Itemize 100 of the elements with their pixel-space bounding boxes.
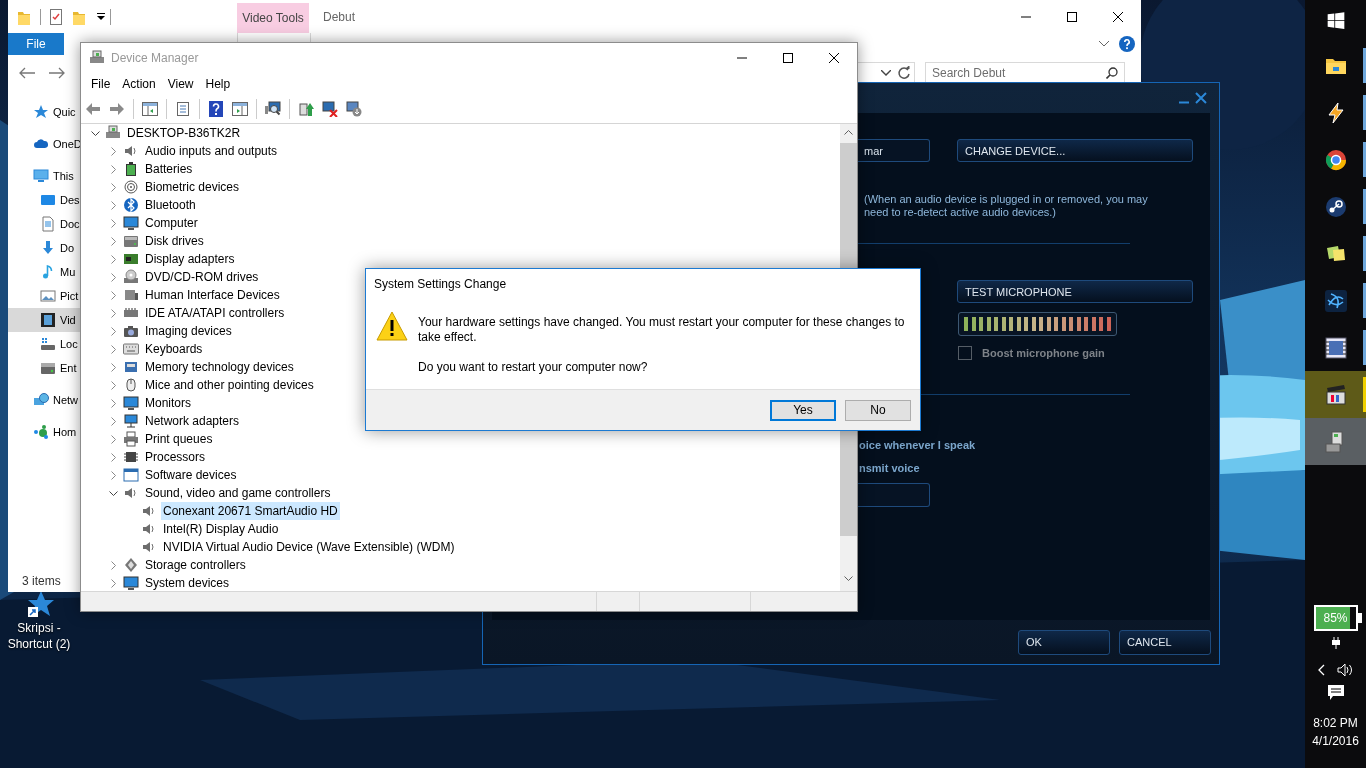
help-icon[interactable] <box>208 101 224 117</box>
menu-item[interactable]: Help <box>199 77 237 91</box>
tree-item[interactable]: Software devices <box>143 466 239 484</box>
remove-icon[interactable] <box>322 101 338 117</box>
tree-item[interactable]: Memory technology devices <box>143 358 296 376</box>
nav-item[interactable]: Pict <box>8 284 80 308</box>
update-icon[interactable] <box>298 101 314 117</box>
graphics-card-icon <box>123 251 139 267</box>
tree-item[interactable]: Human Interface Devices <box>143 286 282 304</box>
clapperboard-icon <box>1323 382 1348 407</box>
nav-item[interactable]: Loc <box>8 332 80 356</box>
tree-item[interactable]: DESKTOP-B36TK2R <box>125 124 243 142</box>
dropdown-icon[interactable] <box>881 69 891 76</box>
close-icon[interactable] <box>829 53 839 63</box>
tree-item[interactable]: Processors <box>143 448 208 466</box>
tree-item[interactable]: Bluetooth <box>143 196 198 214</box>
tree-item[interactable]: Audio inputs and outputs <box>143 142 280 160</box>
tree-item[interactable]: Sound, video and game controllers <box>143 484 333 502</box>
tree-item[interactable]: Keyboards <box>143 340 205 358</box>
search-box[interactable]: Search Debut <box>925 61 1125 84</box>
window-icon <box>123 467 139 483</box>
refresh-icon[interactable] <box>897 65 911 80</box>
help-icon[interactable] <box>1119 36 1135 52</box>
nav-item[interactable]: Netw <box>8 388 80 412</box>
disc-drive-icon <box>123 269 139 285</box>
device-field[interactable]: mar <box>858 139 930 162</box>
nav-item[interactable]: Vid <box>8 308 80 332</box>
tree-item[interactable]: Display adapters <box>143 250 237 268</box>
properties-icon[interactable] <box>175 101 191 117</box>
taskbar-button[interactable] <box>1305 371 1366 418</box>
ribbon-tab[interactable]: File <box>8 33 64 55</box>
nav-item[interactable]: Do <box>8 236 80 260</box>
forward-icon[interactable] <box>109 101 125 117</box>
screen-icon <box>40 192 56 208</box>
start-icon[interactable] <box>1325 11 1346 31</box>
back-icon[interactable] <box>85 101 101 117</box>
dialog-button[interactable]: No <box>845 399 911 421</box>
tree-item[interactable]: System devices <box>143 574 232 591</box>
volume-icon[interactable] <box>1337 663 1353 677</box>
test-microphone-button[interactable]: TEST MICROPHONE <box>957 280 1193 303</box>
tree-item[interactable]: Imaging devices <box>143 322 234 340</box>
menu-item[interactable]: View <box>161 77 200 91</box>
dialog-button[interactable]: CANCEL <box>1119 629 1211 655</box>
nav-item[interactable]: Hom <box>8 420 80 444</box>
scroll-down-icon[interactable] <box>844 576 853 581</box>
minimize-icon[interactable] <box>1179 100 1189 104</box>
pane-icon[interactable] <box>142 101 158 117</box>
maximize-icon[interactable] <box>783 53 793 63</box>
menu-item[interactable]: File <box>85 77 117 91</box>
tree-item[interactable]: NVIDIA Virtual Audio Device (Wave Extensible) (WDM) <box>161 538 457 556</box>
checkbox[interactable] <box>958 346 972 360</box>
speaker-icon <box>141 521 157 537</box>
search-icon[interactable] <box>1106 66 1118 79</box>
tree-item[interactable]: Print queues <box>143 430 215 448</box>
clock-time[interactable]: 8:02 PM <box>1312 714 1359 732</box>
menu-item[interactable]: Action <box>116 77 162 91</box>
warning-icon <box>376 311 408 341</box>
action-pane-icon[interactable] <box>232 101 248 117</box>
disable-icon[interactable] <box>346 101 362 117</box>
nav-item[interactable]: Mu <box>8 260 80 284</box>
scroll-up-icon[interactable] <box>844 130 853 135</box>
input-field[interactable] <box>858 483 930 507</box>
tree-item[interactable]: DVD/CD-ROM drives <box>143 268 261 286</box>
nav-item[interactable]: Quic <box>8 100 80 124</box>
checklist-icon[interactable] <box>50 8 62 25</box>
option-label: nsmit voice <box>858 461 921 475</box>
dialog-button[interactable]: Yes <box>770 399 836 421</box>
nav-item[interactable]: This <box>8 164 80 188</box>
tree-item[interactable]: Intel(R) Display Audio <box>161 520 281 538</box>
tree-item[interactable]: Storage controllers <box>143 556 248 574</box>
tree-item[interactable]: Conexant 20671 SmartAudio HD <box>161 502 340 520</box>
tree-item[interactable]: Mice and other pointing devices <box>143 376 316 394</box>
notification-icon[interactable] <box>1327 685 1344 700</box>
tree-item[interactable]: IDE ATA/ATAPI controllers <box>143 304 287 322</box>
clock-date[interactable]: 4/1/2016 <box>1312 732 1359 750</box>
tree-item[interactable]: Network adapters <box>143 412 242 430</box>
nav-item[interactable]: Ent <box>8 356 80 380</box>
back-icon[interactable] <box>19 66 35 79</box>
tree-item[interactable]: Disk drives <box>143 232 206 250</box>
desktop-icon-label[interactable]: Skripsi - Shortcut (2) <box>1 620 77 652</box>
change-device-button[interactable]: CHANGE DEVICE... <box>957 139 1193 162</box>
tree-item[interactable]: Computer <box>143 214 200 232</box>
item-count: 3 items <box>22 574 61 588</box>
forward-icon[interactable] <box>49 66 65 79</box>
minimize-icon[interactable] <box>1021 15 1031 18</box>
battery-icon <box>123 161 139 177</box>
nav-item[interactable]: Doc <box>8 212 80 236</box>
input-device-icon <box>123 287 139 303</box>
dialog-button[interactable]: OK <box>1018 629 1110 655</box>
camera-icon <box>123 323 139 339</box>
maximize-icon[interactable] <box>1067 11 1077 22</box>
note-text: (When an audio device is plugged in or removed, you may need to re-detect active audio devices.) <box>864 193 1149 218</box>
tree-item[interactable]: Batteries <box>143 160 195 178</box>
scan-icon[interactable] <box>265 101 281 117</box>
tree-item[interactable]: Monitors <box>143 394 193 412</box>
round-logo-icon <box>1323 194 1348 219</box>
close-icon[interactable] <box>1113 11 1123 22</box>
customize-icon[interactable] <box>97 13 105 20</box>
nav-item[interactable]: Des <box>8 188 80 212</box>
tree-item[interactable]: Biometric devices <box>143 178 242 196</box>
